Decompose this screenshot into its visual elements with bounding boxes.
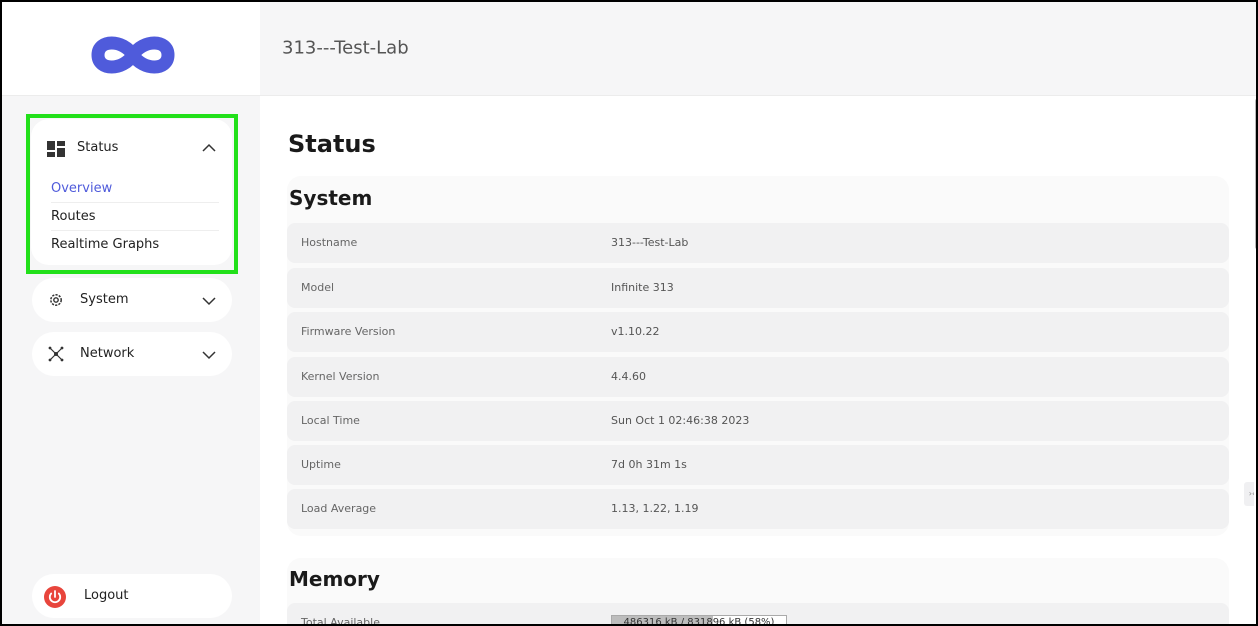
info-row-hostname: Hostname 313---Test-Lab bbox=[287, 223, 1229, 263]
sidebar-item-label: Overview bbox=[51, 181, 113, 196]
sidebar-item-label: System bbox=[80, 292, 129, 307]
infinity-logo[interactable] bbox=[90, 31, 176, 79]
page-title: Status bbox=[288, 130, 376, 158]
sidebar-item-system[interactable]: System bbox=[32, 278, 232, 322]
info-row-firmware: Firmware Version v1.10.22 bbox=[287, 312, 1229, 352]
row-key: Total Available bbox=[301, 616, 380, 626]
chevron-down-icon[interactable] bbox=[202, 350, 216, 360]
logout-button[interactable]: Logout bbox=[32, 574, 232, 618]
status-group-label: Status bbox=[77, 140, 119, 155]
sidebar: Status Overview Routes Realtime Graphs S… bbox=[2, 2, 260, 624]
row-value: Infinite 313 bbox=[611, 281, 674, 294]
row-key: Hostname bbox=[301, 236, 358, 249]
info-row-load-average: Load Average 1.13, 1.22, 1.19 bbox=[287, 489, 1229, 529]
row-value: 4.4.60 bbox=[611, 370, 646, 383]
logout-label: Logout bbox=[84, 588, 129, 603]
row-value: v1.10.22 bbox=[611, 325, 660, 338]
row-value: 1.13, 1.22, 1.19 bbox=[611, 502, 699, 515]
info-row-model: Model Infinite 313 bbox=[287, 268, 1229, 308]
logo-area bbox=[2, 2, 260, 96]
sidebar-item-label: Routes bbox=[51, 209, 96, 224]
info-row-local-time: Local Time Sun Oct 1 02:46:38 2023 bbox=[287, 401, 1229, 441]
sidebar-item-label: Network bbox=[80, 346, 135, 361]
sidebar-item-label: Realtime Graphs bbox=[51, 237, 160, 252]
memory-progress-text: 486316 kB / 831896 kB (58%) bbox=[623, 617, 775, 626]
app-window: Status Overview Routes Realtime Graphs S… bbox=[0, 0, 1258, 626]
sidebar-item-routes[interactable]: Routes bbox=[51, 203, 219, 231]
row-key: Local Time bbox=[301, 414, 360, 427]
network-icon bbox=[48, 346, 64, 362]
row-key: Kernel Version bbox=[301, 370, 380, 383]
sidebar-item-realtime-graphs[interactable]: Realtime Graphs bbox=[51, 231, 219, 259]
gear-icon bbox=[50, 294, 62, 306]
scrollbar[interactable] bbox=[1254, 96, 1256, 624]
chevron-up-icon[interactable] bbox=[202, 143, 216, 153]
memory-progress-bar: 486316 kB / 831896 kB (58%) bbox=[611, 615, 787, 626]
info-row-uptime: Uptime 7d 0h 31m 1s bbox=[287, 445, 1229, 485]
status-group-header[interactable]: Status bbox=[31, 119, 232, 177]
dashboard-icon bbox=[47, 141, 65, 157]
sidebar-item-network[interactable]: Network bbox=[32, 332, 232, 376]
row-key: Uptime bbox=[301, 458, 341, 471]
power-icon bbox=[44, 586, 66, 608]
chevron-down-icon[interactable] bbox=[202, 296, 216, 306]
main-content: Status System Hostname 313---Test-Lab Mo… bbox=[260, 96, 1256, 626]
row-value: 7d 0h 31m 1s bbox=[611, 458, 687, 471]
info-row-total-available: Total Available 486316 kB / 831896 kB (5… bbox=[287, 603, 1229, 626]
row-value: 313---Test-Lab bbox=[611, 236, 689, 249]
system-section-title: System bbox=[289, 186, 373, 210]
sidebar-item-overview[interactable]: Overview bbox=[51, 175, 219, 203]
info-row-kernel: Kernel Version 4.4.60 bbox=[287, 357, 1229, 397]
device-title: 313---Test-Lab bbox=[282, 37, 409, 59]
row-key: Model bbox=[301, 281, 335, 294]
row-value: Sun Oct 1 02:46:38 2023 bbox=[611, 414, 750, 427]
status-group: Status Overview Routes Realtime Graphs bbox=[31, 119, 232, 265]
row-key: Load Average bbox=[301, 502, 377, 515]
row-key: Firmware Version bbox=[301, 325, 396, 338]
memory-section-title: Memory bbox=[289, 567, 380, 591]
top-bar: 313---Test-Lab bbox=[260, 2, 1256, 96]
